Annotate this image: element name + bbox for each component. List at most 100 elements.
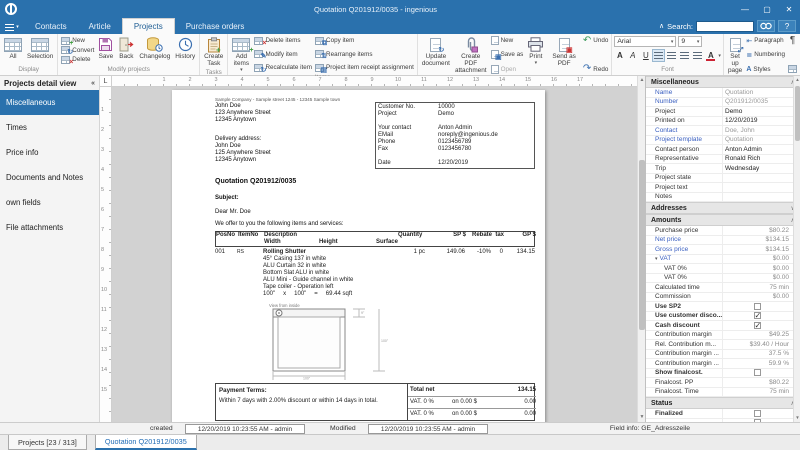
field-contact[interactable]: ContactDoe, John… [646,126,800,136]
new-project-button[interactable]: +New [61,36,94,45]
field-commission[interactable]: Commission$0.00 [646,293,800,303]
delete-items-button[interactable]: ×Delete items [254,36,312,45]
sidebar-item-own-fields[interactable]: own fields [0,190,99,215]
field-finalcost-time[interactable]: Finalcost. Time75 min [646,388,800,398]
rearrange-items-button[interactable]: ⇅Rearrange items [315,50,414,59]
help-button[interactable]: ? [778,20,796,32]
panel-scrollbar[interactable]: ▲ ▼ [793,76,800,422]
sidebar-item-price-info[interactable]: Price info [0,140,99,165]
field-gross-price[interactable]: Gross price$134.15 [646,245,800,255]
field-use-customer-discount[interactable]: Use customer disco... [646,312,800,322]
font-size-select[interactable]: 9▾ [678,36,702,47]
scroll-up-icon[interactable]: ▲ [794,76,800,84]
redo-button[interactable]: ↷Redo [583,65,608,74]
collapse-sidebar-icon[interactable]: « [91,80,95,87]
field-contact-person[interactable]: Contact personAnton Admin▼ [646,145,800,155]
checkbox-unchecked[interactable] [754,410,761,417]
close-button[interactable]: ✕ [778,2,800,16]
send-as-pdf-button[interactable]: ▣ Send as PDF [547,35,581,75]
section-amounts[interactable]: Amounts∧ [646,214,800,226]
field-purchase-price[interactable]: Purchase price$80.22 [646,226,800,236]
checkbox-unchecked[interactable] [754,369,761,376]
search-binoculars-button[interactable] [757,20,775,32]
formatting-marks-button[interactable]: ¶ [790,36,795,45]
checkbox-unchecked[interactable] [754,303,761,310]
tab-stop-selector[interactable]: L [100,76,112,87]
changelog-button[interactable]: Changelog [137,35,172,65]
back-button[interactable]: Back [116,35,136,65]
bold-button[interactable]: A [614,50,625,61]
document-scrollbar[interactable]: ▲ ▼ [637,76,645,422]
history-button[interactable]: History [173,35,197,65]
expand-icon[interactable]: ▾ [655,256,658,262]
section-addresses[interactable]: Addresses∨ [646,202,800,214]
field-project-text[interactable]: Project text▼ [646,183,800,193]
field-project[interactable]: ProjectDemo▼ [646,107,800,117]
field-show-finalcost[interactable]: Show finalcost. [646,369,800,379]
tab-article[interactable]: Article [78,18,122,34]
paragraph-button[interactable]: ⇤Paragraph [746,36,785,45]
align-right-button[interactable] [679,50,690,61]
scroll-down-icon[interactable]: ▼ [794,414,800,422]
all-button[interactable]: All [2,35,24,65]
create-pdf-attachment-button[interactable]: Create PDF attachment [453,35,489,75]
section-status[interactable]: Status∧ [646,397,800,409]
field-notes[interactable]: Notes▼ [646,193,800,203]
items-table-row[interactable]: 001 RS Rolling Shutter 45° Casing 137 in… [215,249,535,298]
receipt-assignment-button[interactable]: ▤Project item receipt assignment [315,63,414,72]
add-items-button[interactable]: + Add items ▾ [230,35,252,73]
tab-projects-list[interactable]: Projects [23 / 313] [8,435,87,450]
tab-quotation[interactable]: Quotation Q201912/0035 [95,435,197,450]
open-button[interactable]: Open [491,65,524,74]
update-document-button[interactable]: ↻ Update document [420,35,452,75]
italic-button[interactable]: A [627,50,638,61]
save-as-button[interactable]: ▣Save as [491,50,524,59]
field-project-template[interactable]: Project templateQuotation▼ [646,136,800,146]
align-center-button[interactable] [666,50,677,61]
field-vat-0-a[interactable]: VAT 0%$0.00 [646,264,800,274]
create-task-button[interactable]: + Create Task [202,35,225,68]
tab-projects[interactable]: Projects [122,18,175,34]
checkbox-checked[interactable] [754,322,761,329]
tab-contacts[interactable]: Contacts [24,18,78,34]
sidebar-item-file-attachments[interactable]: File attachments [0,215,99,240]
font-color-button[interactable]: A [705,50,716,61]
field-finalized[interactable]: Finalized [646,409,800,419]
sidebar-item-documents-notes[interactable]: Documents and Notes [0,165,99,190]
copy-item-button[interactable]: ⧉Copy item [315,36,414,45]
field-cash-discount[interactable]: Cash discount [646,321,800,331]
modify-item-button[interactable]: ✎Modify item [254,50,312,59]
numbering-button[interactable]: ≣Numbering [746,50,785,59]
undo-button[interactable]: ↶Undo [583,36,608,45]
file-menu-button[interactable]: ▾ [0,20,24,34]
field-vat[interactable]: ▾VAT$0.00 [646,255,800,265]
font-family-select[interactable]: Arial▾ [614,36,676,47]
sidebar-item-miscellaneous[interactable]: Miscellaneous [0,90,99,115]
maximize-button[interactable]: ▢ [756,2,778,16]
field-use-sp2[interactable]: Use SP2 [646,302,800,312]
field-rel-contribution[interactable]: Rel. Contribution m...$39.40 / Hour [646,340,800,350]
search-input[interactable] [696,21,754,32]
field-printed-on[interactable]: Printed on12/20/2019▼ [646,117,800,127]
scrollbar-thumb[interactable] [795,86,800,141]
field-name[interactable]: NameQuotation [646,88,800,98]
styles-button[interactable]: AStyles [746,65,785,74]
underline-button[interactable]: U [640,50,651,61]
selection-button[interactable]: Selection [25,35,55,65]
document-page[interactable]: Sample Company - Sample street 1245 - 12… [172,90,545,422]
insert-table-button[interactable] [788,65,797,74]
field-vat-0-b[interactable]: VAT 0%$0.00 [646,274,800,284]
align-justify-button[interactable] [692,50,703,61]
field-contribution-margin-pct1[interactable]: Contribution margin ...37.5 % [646,350,800,360]
section-miscellaneous[interactable]: Miscellaneous∧ [646,76,800,88]
field-representative[interactable]: RepresentativeRonald Rich▼ [646,155,800,165]
set-up-page-button[interactable]: ⤢ Set up page [726,35,744,75]
minimize-button[interactable]: — [734,2,756,16]
convert-button[interactable]: ↻Convert [61,46,94,55]
field-contribution-margin[interactable]: Contribution margin$49.25 [646,331,800,341]
align-left-button[interactable] [653,50,664,61]
save-button[interactable]: Save [96,35,115,65]
print-button[interactable]: Print ▾ [525,35,546,75]
field-trip[interactable]: TripWednesday▼ [646,164,800,174]
field-net-price[interactable]: Net price$134.15 [646,236,800,246]
